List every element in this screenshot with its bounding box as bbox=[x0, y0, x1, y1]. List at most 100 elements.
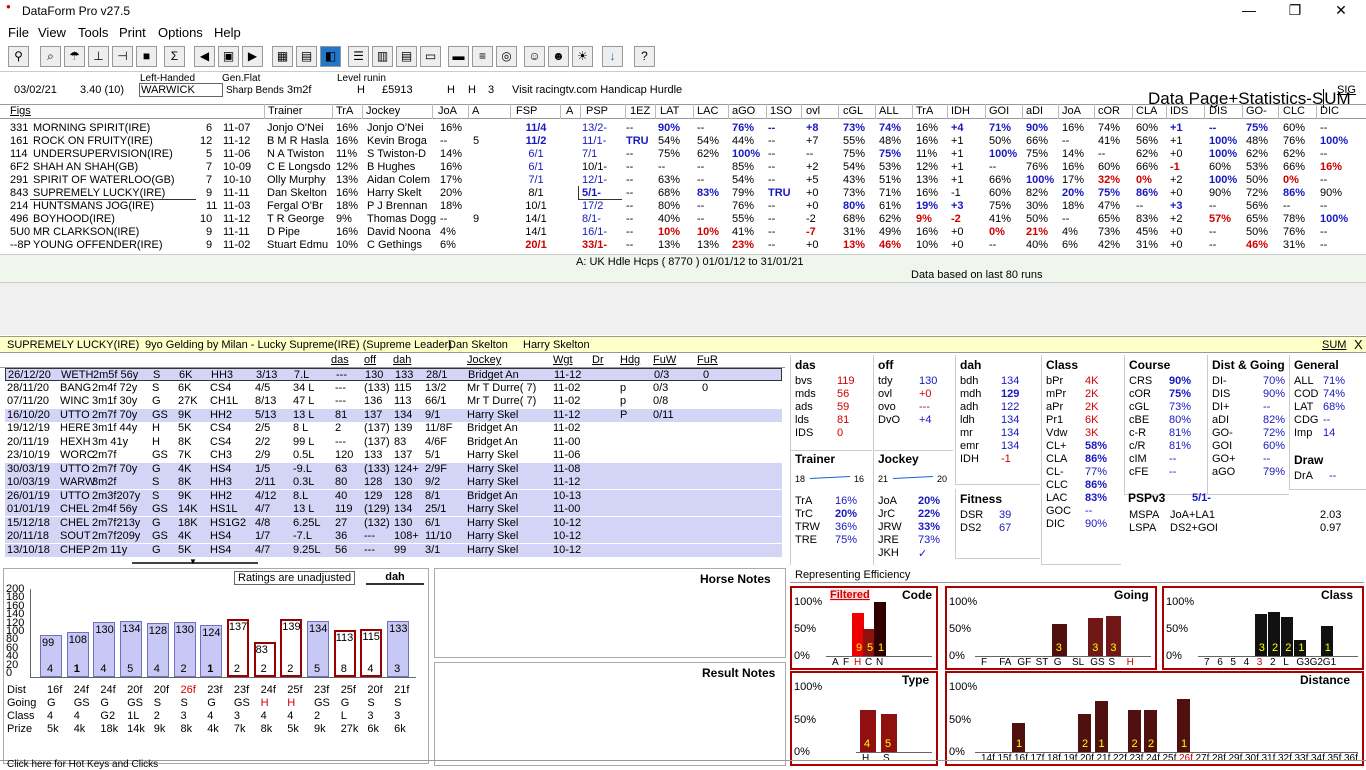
menu-options[interactable]: Options bbox=[158, 25, 203, 40]
col-header-joa[interactable]: JoA bbox=[1062, 105, 1081, 117]
runner-name[interactable]: SHAH AN SHAH(GB) bbox=[33, 161, 138, 173]
col-header-tra[interactable]: TrA bbox=[336, 105, 353, 117]
menu-print[interactable]: Print bbox=[119, 25, 146, 40]
form-row[interactable]: 30/03/19 UTTO 2m7f 70y G 4K HS4 1/5 -9.L 63 (133)… bbox=[5, 462, 782, 476]
form-header-hdg[interactable]: Hdg bbox=[620, 354, 640, 366]
form-row[interactable]: 20/11/18 SOUT 2m7f209y GS 4K HS4 1/7 -7.L 36 --- 1… bbox=[5, 530, 782, 543]
bulb-icon[interactable]: ☀ bbox=[572, 46, 593, 67]
col-header-a[interactable]: A bbox=[472, 105, 479, 117]
next-icon[interactable]: ▶ bbox=[242, 46, 263, 67]
sig-button[interactable]: SIG bbox=[1337, 84, 1356, 96]
col-header-fsp[interactable]: FSP bbox=[516, 105, 537, 117]
runner-name[interactable]: MR CLARKSON(IRE) bbox=[33, 226, 139, 238]
runner-name[interactable]: YOUNG OFFENDER(IRE) bbox=[33, 239, 163, 251]
grid-icon[interactable]: ▦ bbox=[272, 46, 293, 67]
binoculars-icon[interactable]: ⚲ bbox=[8, 46, 29, 67]
form-header-jockey[interactable]: Jockey bbox=[467, 354, 501, 366]
folder-icon[interactable]: ▬ bbox=[448, 46, 469, 67]
col-header-ids[interactable]: IDS bbox=[1170, 105, 1188, 117]
runner-name[interactable]: UNDERSUPERVISION(IRE) bbox=[33, 148, 173, 160]
runner-row[interactable]: 496 BOYHOOD(IRE) 10 11-12 T R George 9% Thomas… bbox=[0, 213, 1366, 226]
magnifier-icon[interactable]: ⌕ bbox=[40, 46, 61, 67]
runner-row[interactable]: 6F2 SHAH AN SHAH(GB) 7 10-09 C E Longsdo 12% B… bbox=[0, 161, 1366, 174]
col-header-dis[interactable]: DIS bbox=[1209, 105, 1227, 117]
runner-row[interactable]: 214 HUNTSMANS JOG(IRE) 11 11-03 Fergal O'Br 1… bbox=[0, 200, 1366, 213]
runner-name[interactable]: ROCK ON FRUITY(IRE) bbox=[33, 135, 153, 147]
form-row[interactable]: 15/12/18 CHEL 2m7f213y G 18K HS1G2 4/8 6.25L 27 (… bbox=[5, 516, 782, 530]
horse-sum-button[interactable]: SUM bbox=[1322, 339, 1346, 351]
note-icon[interactable]: ▭ bbox=[420, 46, 441, 67]
down-arrow-icon[interactable]: ↓ bbox=[602, 46, 623, 67]
col-header-figs[interactable]: Figs bbox=[10, 105, 31, 117]
sum-icon[interactable]: Σ bbox=[164, 46, 185, 67]
col-header-cla[interactable]: CLA bbox=[1136, 105, 1157, 117]
form-row[interactable]: 20/11/19 HEXH 3m 41y H 8K CS4 2/2 99 L --- (137) 8… bbox=[5, 436, 782, 449]
form-row[interactable]: 23/10/19 WORC 2m7f GS 7K CH3 2/9 0.5L 120 133 137 5… bbox=[5, 449, 782, 462]
connector-icon[interactable]: ⊣ bbox=[112, 46, 133, 67]
form-row[interactable]: 01/01/19 CHEL 2m4f 56y GS 14K HS1L 4/7 13 L 119 (… bbox=[5, 503, 782, 516]
col-header-a[interactable]: A bbox=[566, 105, 573, 117]
status-text[interactable]: Click here for Hot Keys and Clicks bbox=[7, 759, 158, 770]
form-row[interactable]: 10/03/19 WARW 3m2f S 8K HH3 2/11 0.3L 80 128 130 9/… bbox=[5, 476, 782, 489]
col-header-1ez[interactable]: 1EZ bbox=[630, 105, 650, 117]
runner-name[interactable]: SPIRIT OF WATERLOO(GB) bbox=[33, 174, 175, 186]
users-icon[interactable]: ☻ bbox=[548, 46, 569, 67]
col-header-go-[interactable]: GO- bbox=[1246, 105, 1267, 117]
form-header-dah[interactable]: dah bbox=[393, 354, 411, 366]
col-header-ovl[interactable]: ovl bbox=[806, 105, 820, 117]
prev-icon[interactable]: ◀ bbox=[194, 46, 215, 67]
col-header-joa[interactable]: JoA bbox=[438, 105, 457, 117]
runner-name[interactable]: BOYHOOD(IRE) bbox=[33, 213, 115, 225]
rows-icon[interactable]: ☰ bbox=[348, 46, 369, 67]
form-header-wgt[interactable]: Wgt bbox=[553, 354, 573, 366]
lines-icon[interactable]: ▤ bbox=[396, 46, 417, 67]
runner-name[interactable]: HUNTSMANS JOG(IRE) bbox=[33, 200, 154, 212]
runner-name[interactable]: MORNING SPIRIT(IRE) bbox=[33, 122, 150, 134]
race-course[interactable]: WARWICK bbox=[139, 83, 223, 97]
menu-help[interactable]: Help bbox=[214, 25, 241, 40]
form-header-das[interactable]: das bbox=[331, 354, 349, 366]
menu-view[interactable]: View bbox=[38, 25, 66, 40]
menu-file[interactable]: File bbox=[8, 25, 29, 40]
menu-tools[interactable]: Tools bbox=[78, 25, 108, 40]
form-row[interactable]: 26/12/20 WETH 2m5f 56y S 6K HH3 3/13 7.L --- 130 1… bbox=[5, 368, 782, 381]
col-header-1so[interactable]: 1SO bbox=[770, 105, 792, 117]
form-header-fuw[interactable]: FuW bbox=[653, 354, 676, 366]
runner-row[interactable]: --8P YOUNG OFFENDER(IRE) 9 11-02 Stuart Edmu… bbox=[0, 239, 1366, 252]
runner-row[interactable]: 161 ROCK ON FRUITY(IRE) 12 11-12 B M R Hasla… bbox=[0, 135, 1366, 148]
runner-name[interactable]: SUPREMELY LUCKY(IRE) bbox=[33, 187, 165, 199]
eff-filtered-label[interactable]: Filtered bbox=[830, 589, 870, 601]
col-header-tra[interactable]: TrA bbox=[916, 105, 933, 117]
form-row[interactable]: 28/11/20 BANG 2m4f 72y S 6K CS4 4/5 34 L --- (133… bbox=[5, 382, 782, 395]
minimize-button[interactable]: — bbox=[1226, 0, 1272, 22]
form-header-fur[interactable]: FuR bbox=[697, 354, 718, 366]
form-header-dr[interactable]: Dr bbox=[592, 354, 604, 366]
form-row[interactable]: 07/11/20 WINC 3m1f 30y G 27K CH1L 8/13 47 L --- 1… bbox=[5, 395, 782, 408]
col-header-clc[interactable]: CLC bbox=[1283, 105, 1305, 117]
col-header-lat[interactable]: LAT bbox=[660, 105, 679, 117]
list-icon[interactable]: ≡ bbox=[472, 46, 493, 67]
runner-row[interactable]: 291 SPIRIT OF WATERLOO(GB) 7 10-10 Olly Murp… bbox=[0, 174, 1366, 187]
col-header-lac[interactable]: LAC bbox=[697, 105, 718, 117]
maximize-button[interactable]: ❐ bbox=[1272, 0, 1318, 22]
form-row[interactable]: 26/01/19 UTTO 2m3f207y S 9K HH2 4/12 8.L 40 129 12… bbox=[5, 489, 782, 503]
col-header-cor[interactable]: cOR bbox=[1098, 105, 1120, 117]
columns-icon[interactable]: ▥ bbox=[372, 46, 393, 67]
clock-icon[interactable]: ◎ bbox=[496, 46, 517, 67]
col-header-trainer[interactable]: Trainer bbox=[268, 105, 302, 117]
col-header-goi[interactable]: GOI bbox=[989, 105, 1009, 117]
form-header-off[interactable]: off bbox=[364, 354, 376, 366]
open-folder-icon[interactable]: ▣ bbox=[218, 46, 239, 67]
runner-row[interactable]: 114 UNDERSUPERVISION(IRE) 5 11-06 N A Twisto… bbox=[0, 148, 1366, 161]
horse-close-button[interactable]: X bbox=[1354, 337, 1363, 352]
col-header-adi[interactable]: aDI bbox=[1026, 105, 1043, 117]
splitter-arrow-icon[interactable]: ▼ bbox=[189, 557, 197, 566]
runner-row[interactable]: 331 MORNING SPIRIT(IRE) 6 11-07 Jonjo O'Nei 1… bbox=[0, 122, 1366, 135]
col-header-ago[interactable]: aGO bbox=[732, 105, 755, 117]
close-window-button[interactable]: ✕ bbox=[1318, 0, 1364, 22]
col-header-cgl[interactable]: cGL bbox=[843, 105, 863, 117]
col-header-psp[interactable]: PSP bbox=[586, 105, 608, 117]
runner-row[interactable]: 843 SUPREMELY LUCKY(IRE) 9 11-11 Dan Skelton… bbox=[0, 187, 1366, 200]
runner-row[interactable]: 5U0 MR CLARKSON(IRE) 9 11-11 D Pipe 16% David … bbox=[0, 226, 1366, 239]
table-icon[interactable]: ▤ bbox=[296, 46, 317, 67]
